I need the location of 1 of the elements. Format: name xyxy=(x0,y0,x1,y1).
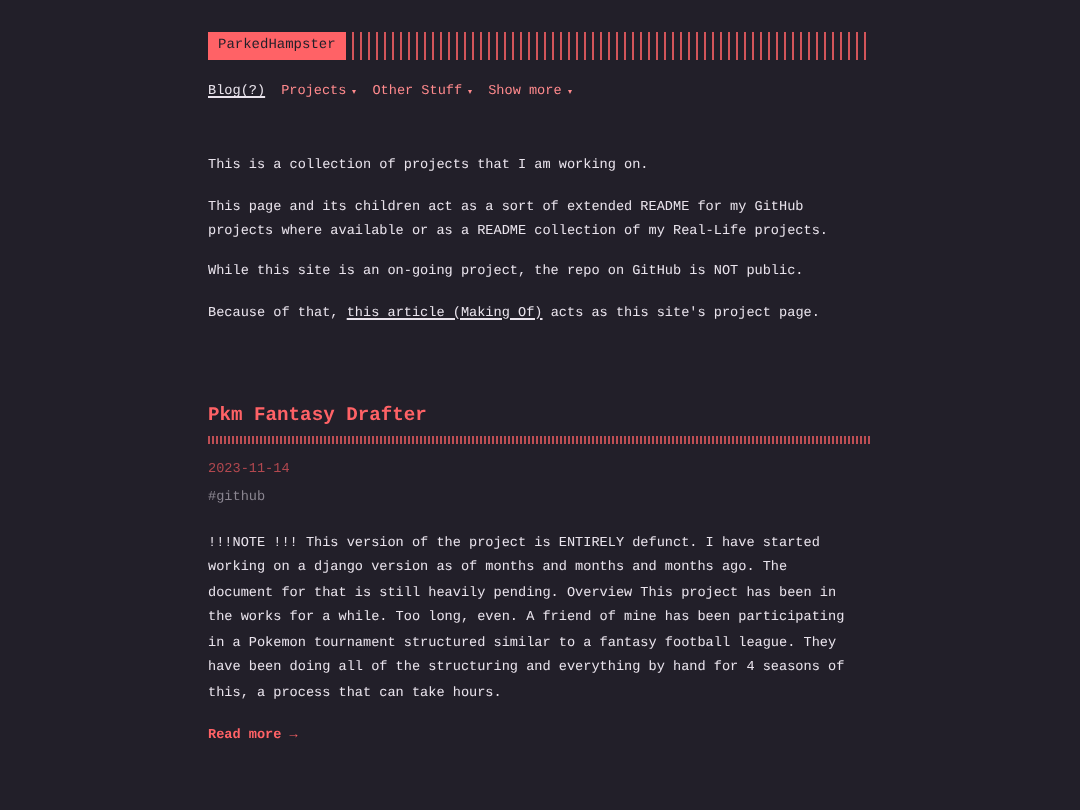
post-title[interactable]: Pkm Fantasy Drafter xyxy=(208,401,870,429)
